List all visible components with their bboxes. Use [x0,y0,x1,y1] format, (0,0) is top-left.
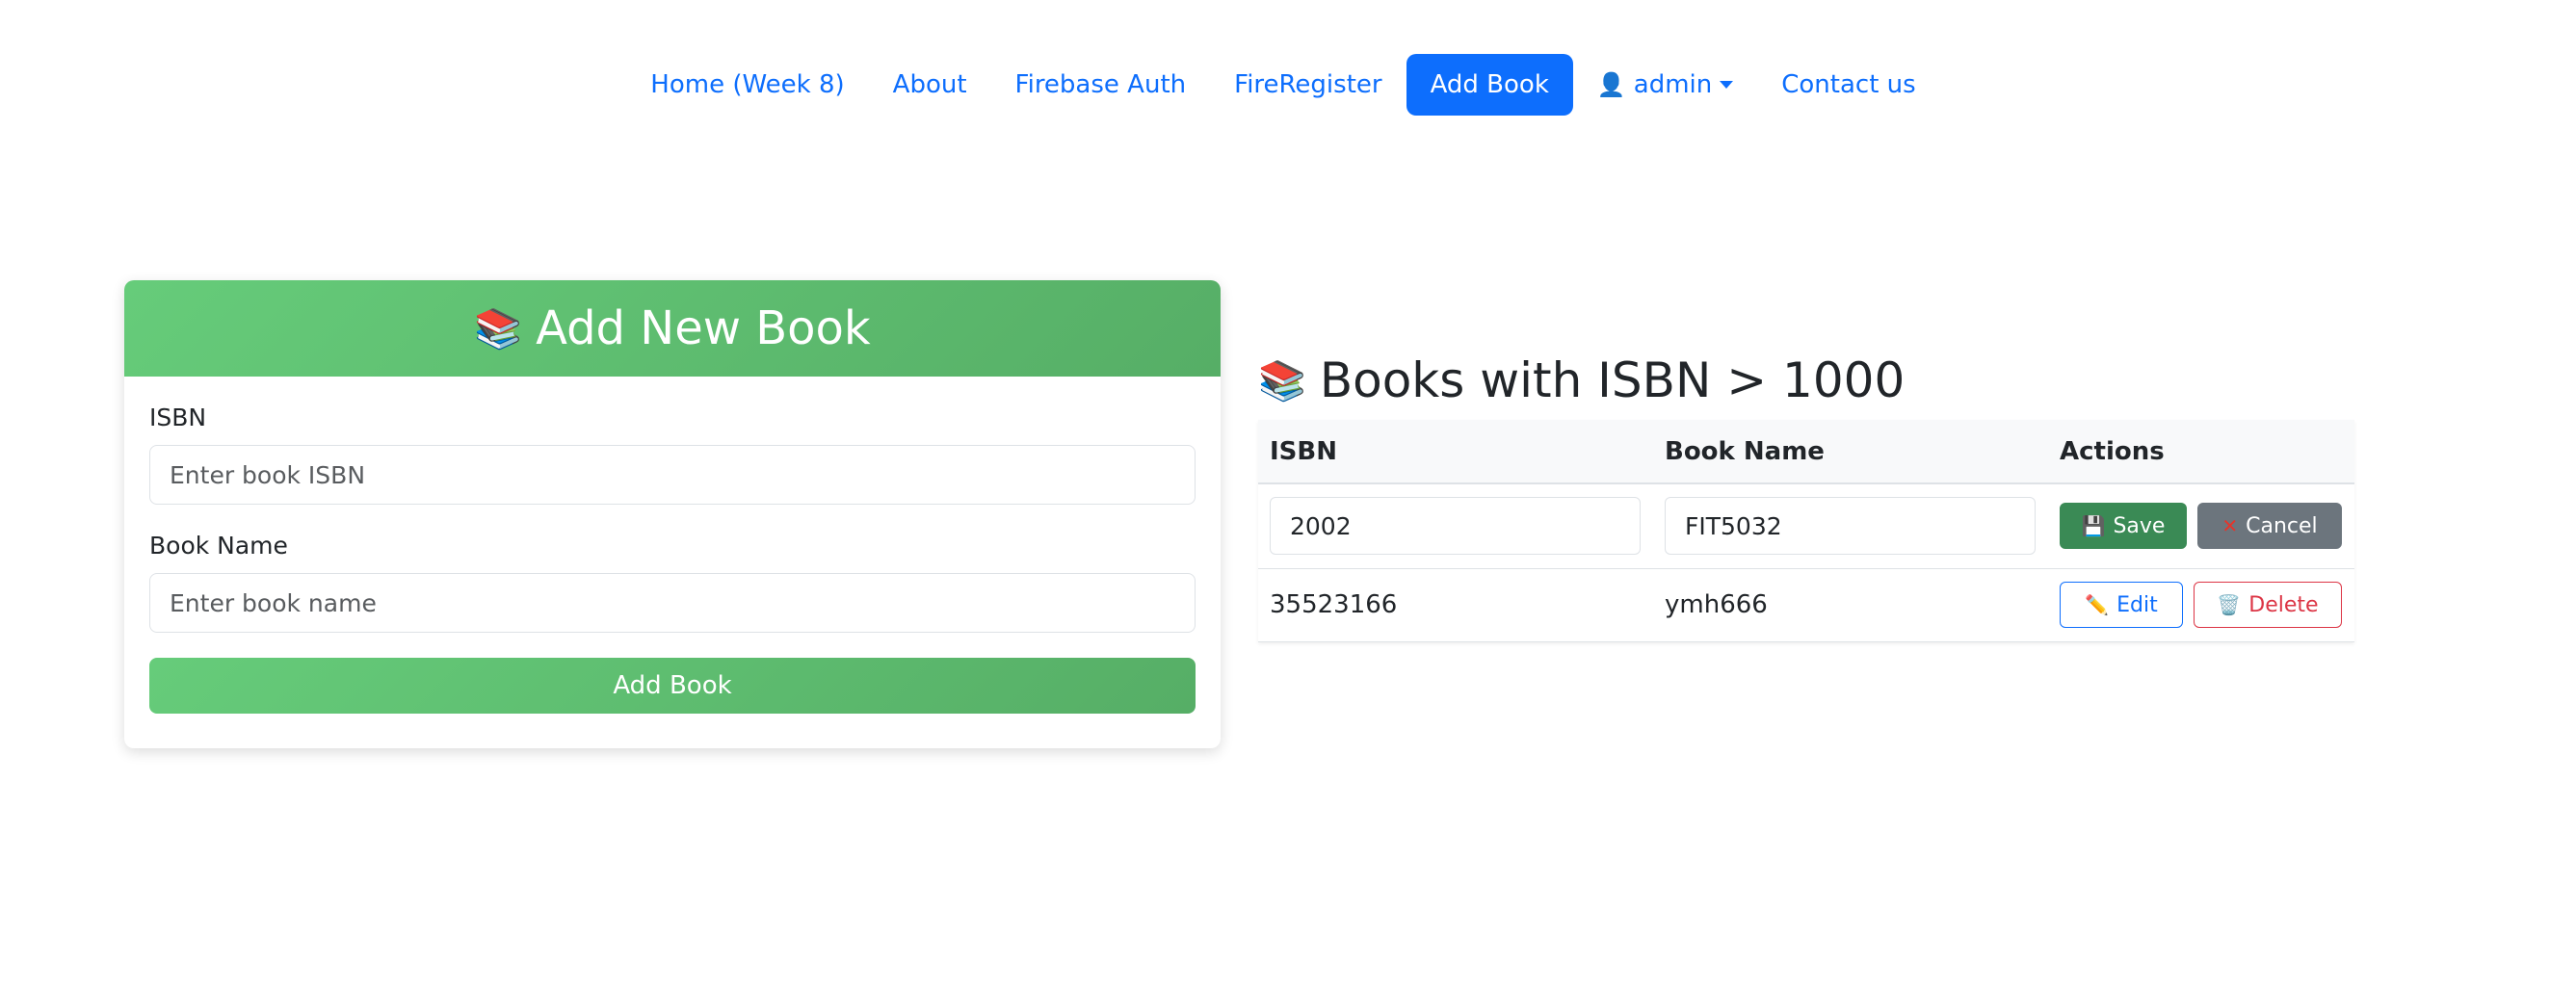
top-navbar: Home (Week 8) About Firebase Auth FireRe… [0,54,2576,116]
add-book-button[interactable]: Add Book [149,658,1196,714]
nav-user-dropdown[interactable]: 👤 admin [1573,54,1757,116]
header-isbn: ISBN [1258,420,1653,484]
save-label: Save [2113,513,2166,538]
nav-about[interactable]: About [869,54,991,116]
cell-name-edit [1653,483,2048,569]
chevron-down-icon [1720,81,1734,89]
table-row-editing: 💾 Save ✕ Cancel [1258,483,2354,569]
delete-label: Delete [2248,592,2319,617]
cell-isbn: 35523166 [1258,568,1653,642]
books-icon: 📚 [474,306,523,352]
edit-label: Edit [2116,592,2158,617]
card-header: 📚 Add New Book [124,280,1221,377]
nav-firebase-auth[interactable]: Firebase Auth [991,54,1211,116]
trash-icon: 🗑️ [2217,593,2242,616]
pencil-icon: ✏️ [2085,593,2110,616]
edit-name-input[interactable] [1665,497,2036,556]
edit-button[interactable]: ✏️ Edit [2060,582,2183,628]
cell-actions: ✏️ Edit 🗑️ Delete [2048,568,2354,642]
nav-fireregister[interactable]: FireRegister [1210,54,1406,116]
edit-actions: 💾 Save ✕ Cancel [2060,503,2343,550]
nav-links: Home (Week 8) About Firebase Auth FireRe… [626,54,1939,116]
book-name-input[interactable] [149,573,1196,633]
card-title: Add New Book [536,301,871,355]
isbn-label: ISBN [149,404,207,431]
name-group: Book Name [149,532,1196,633]
user-icon: 👤 [1596,71,1626,98]
books-table-wrap: ISBN Book Name Actions 💾 Save [1258,420,2354,642]
nav-contact[interactable]: Contact us [1757,54,1939,116]
header-book-name: Book Name [1653,420,2048,484]
nav-add-book[interactable]: Add Book [1406,54,1573,116]
cell-book-name: ymh666 [1653,568,2048,642]
isbn-input[interactable] [149,445,1196,505]
cell-isbn-edit [1258,483,1653,569]
floppy-disk-icon: 💾 [2081,514,2106,538]
close-icon: ✕ [2221,514,2239,538]
delete-button[interactable]: 🗑️ Delete [2194,582,2342,628]
card-body: ISBN Book Name Add Book [124,377,1221,741]
books-icon: 📚 [1258,358,1306,404]
list-title-text: Books with ISBN > 1000 [1319,352,1906,408]
cancel-button[interactable]: ✕ Cancel [2197,503,2342,550]
table-row: 35523166 ymh666 ✏️ Edit 🗑️ Delete [1258,568,2354,642]
add-book-card: 📚 Add New Book ISBN Book Name Add Book [124,280,1221,748]
table-header-row: ISBN Book Name Actions [1258,420,2354,484]
nav-home[interactable]: Home (Week 8) [626,54,868,116]
user-label: admin [1633,70,1713,99]
book-name-label: Book Name [149,532,288,560]
edit-isbn-input[interactable] [1270,497,1641,556]
cancel-label: Cancel [2246,513,2318,538]
cell-actions-edit: 💾 Save ✕ Cancel [2048,483,2354,569]
books-table: ISBN Book Name Actions 💾 Save [1258,420,2354,642]
isbn-group: ISBN [149,404,1196,505]
list-title: 📚 Books with ISBN > 1000 [1258,352,1905,408]
row-actions: ✏️ Edit 🗑️ Delete [2060,582,2343,628]
save-button[interactable]: 💾 Save [2060,503,2187,550]
header-actions: Actions [2048,420,2354,484]
